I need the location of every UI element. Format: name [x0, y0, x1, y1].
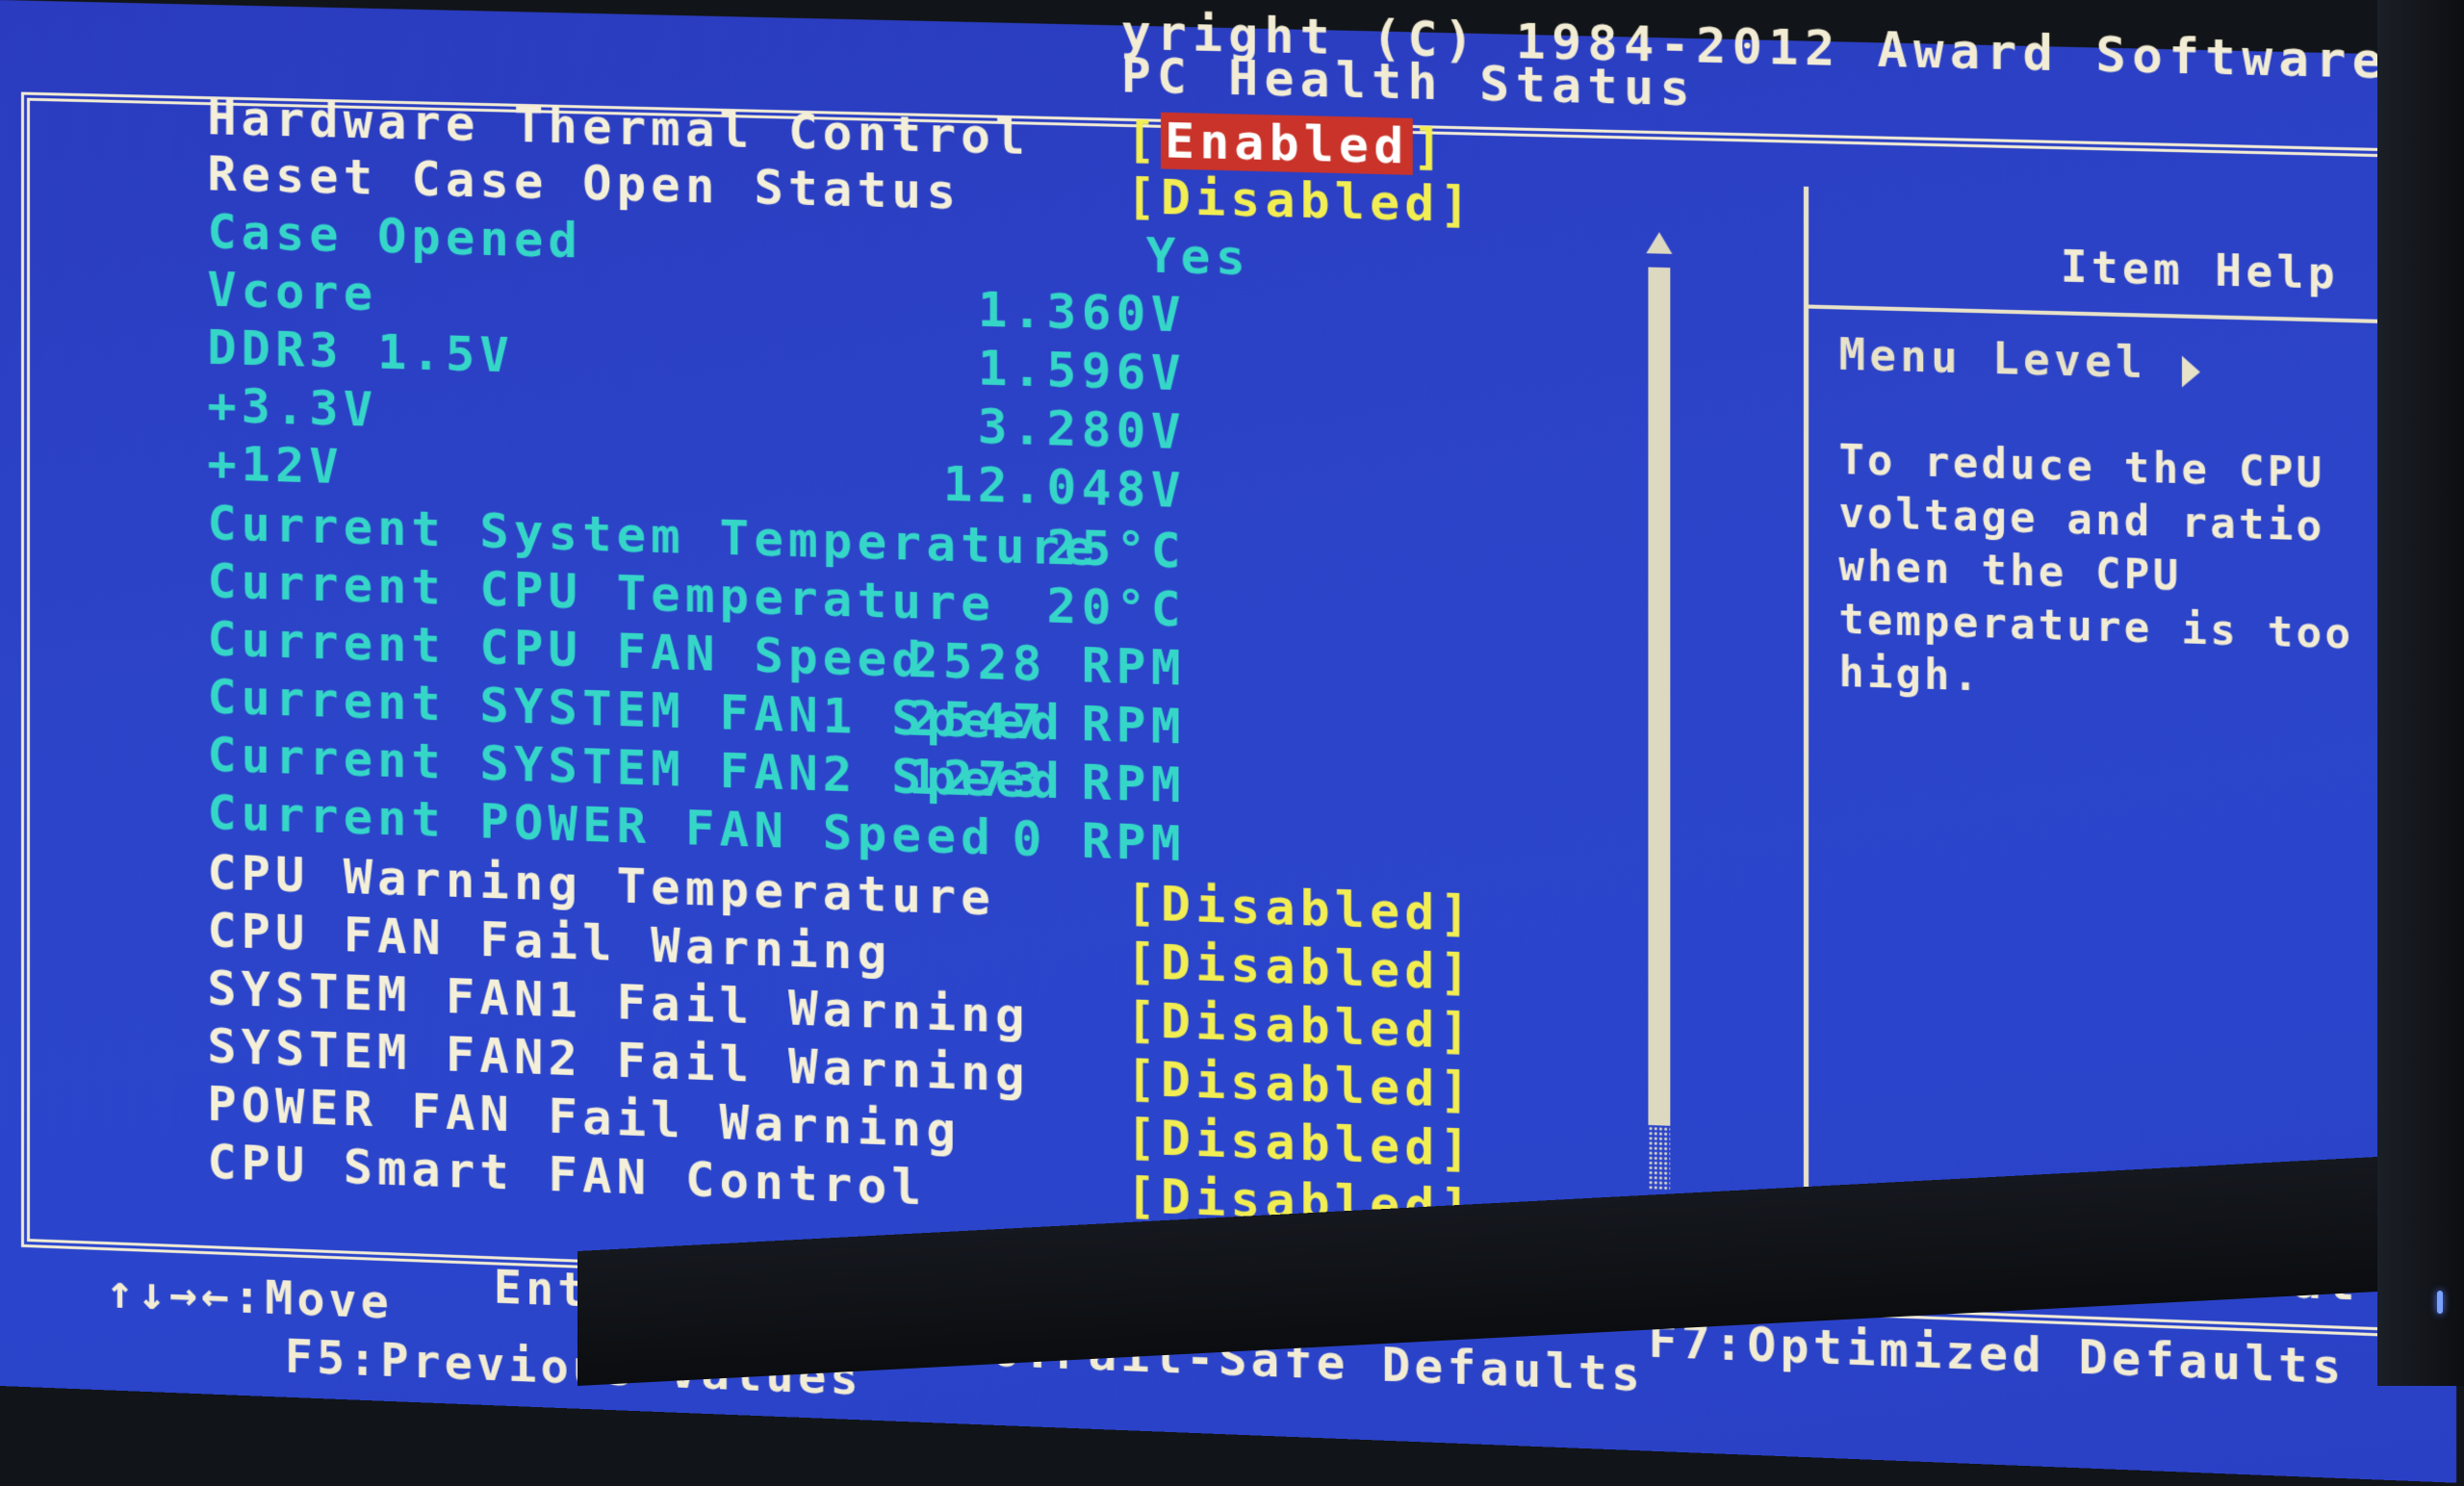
- setting-label: Case Opened: [207, 203, 583, 269]
- bracket-right: ]: [1412, 117, 1448, 176]
- bracket-left: [: [1126, 167, 1162, 226]
- triangle-right-icon: [2181, 355, 2200, 389]
- setting-option-value[interactable]: [Disabled]: [1126, 1109, 1475, 1178]
- option-value[interactable]: Disabled: [1161, 876, 1440, 942]
- setting-readout-value: Yes: [1145, 226, 1250, 287]
- setting-label: +12V: [207, 435, 344, 496]
- bracket-right: ]: [1439, 175, 1475, 234]
- setting-label: Vcore: [207, 261, 378, 322]
- setting-label: +3.3V: [207, 376, 378, 438]
- option-value[interactable]: Disabled: [1161, 934, 1440, 1000]
- setting-label: DDR3 1.5V: [207, 319, 514, 384]
- setting-option-value[interactable]: [Disabled]: [1126, 991, 1475, 1060]
- setting-readout-value: 20°C: [1046, 576, 1186, 638]
- option-value[interactable]: Disabled: [1161, 168, 1440, 232]
- bracket-right: ]: [1439, 943, 1475, 1002]
- item-help-title: Item Help: [2060, 242, 2339, 300]
- setting-readout-value: 3.280V: [977, 397, 1186, 461]
- setting-readout-value: 12.048V: [942, 455, 1186, 520]
- setting-readout-value: 1.596V: [977, 339, 1186, 402]
- power-led-icon: [2437, 1291, 2443, 1314]
- bracket-right: ]: [1439, 884, 1475, 943]
- setting-readout-value: 2528 RPM: [908, 631, 1186, 697]
- main-frame: Hardware Thermal Control [Enabled] Reset C…: [20, 90, 2436, 1338]
- help-header-divider: [1809, 304, 2436, 325]
- key-optimized-defaults: F7:Optimized Defaults: [1648, 1313, 2346, 1396]
- bracket-left: [: [1126, 991, 1162, 1050]
- setting-option-value[interactable]: [Enabled]: [1126, 112, 1448, 176]
- setting-option-value[interactable]: [Disabled]: [1126, 168, 1475, 234]
- monitor-bezel-right: [2377, 0, 2464, 1386]
- bracket-left: [: [1126, 1049, 1162, 1108]
- selected-option-value[interactable]: Enabled: [1161, 112, 1413, 175]
- setting-readout-value: 2547 RPM: [908, 689, 1186, 756]
- setting-readout-value: 25°C: [1046, 519, 1186, 580]
- bracket-left: [: [1126, 1108, 1162, 1166]
- setting-readout-value: 1.360V: [977, 281, 1186, 344]
- page-title: PC Health Status: [1120, 46, 1697, 117]
- item-help-text: To reduce the CPU voltage and ratio when…: [1838, 435, 2354, 701]
- setting-option-value[interactable]: [Disabled]: [1126, 874, 1475, 942]
- panel-divider: [1803, 186, 1810, 1235]
- scrollbar[interactable]: [1643, 231, 1673, 1224]
- bracket-right: ]: [1439, 1002, 1475, 1061]
- setting-option-value[interactable]: [Disabled]: [1126, 1050, 1475, 1119]
- bracket-left: [: [1126, 933, 1162, 991]
- scroll-up-arrow-icon[interactable]: [1646, 231, 1673, 254]
- setting-option-value[interactable]: [Disabled]: [1126, 933, 1475, 1001]
- key-move: ↑↓→←:Move: [106, 1265, 393, 1330]
- option-value[interactable]: Disabled: [1161, 992, 1440, 1059]
- bracket-right: ]: [1439, 1119, 1475, 1178]
- bracket-left: [: [1126, 874, 1162, 933]
- scroll-thumb[interactable]: [1648, 267, 1671, 1126]
- option-value[interactable]: Disabled: [1161, 1051, 1440, 1117]
- bracket-left: [: [1126, 111, 1162, 169]
- menu-level-label: Menu Level: [1838, 329, 2147, 389]
- option-value[interactable]: Disabled: [1161, 1110, 1440, 1176]
- bracket-right: ]: [1439, 1061, 1475, 1119]
